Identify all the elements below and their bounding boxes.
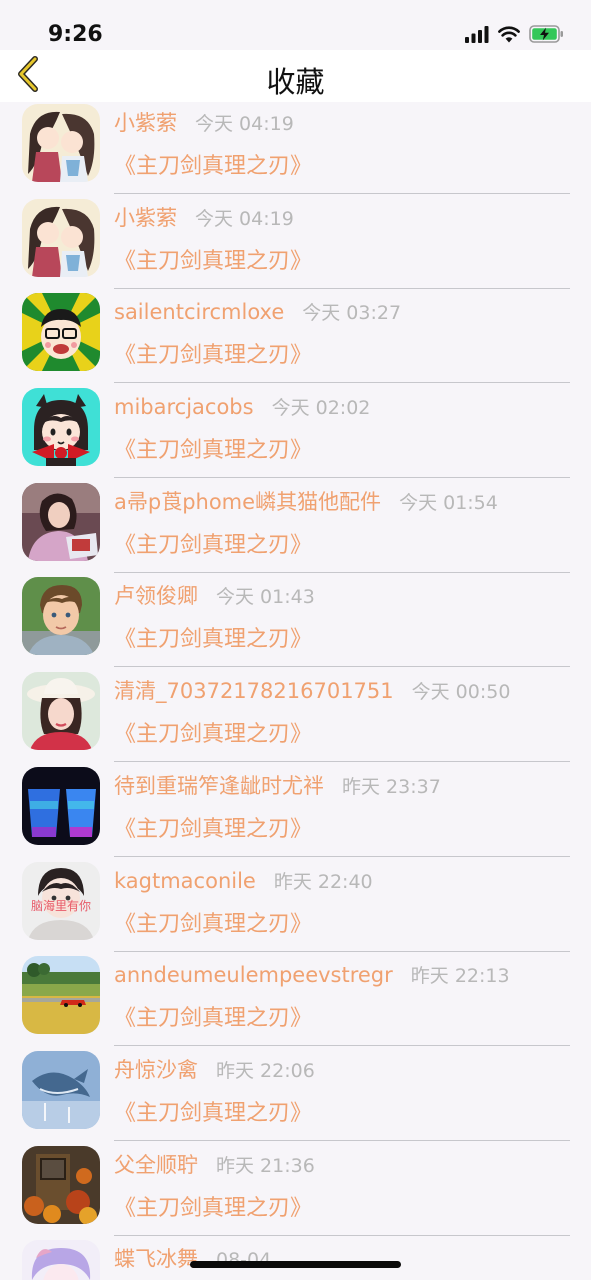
list-item[interactable]: 蝶飞冰舞08-04 bbox=[0, 1224, 591, 1280]
favorites-list[interactable]: 小紫萦 今天 04:19 《主刀剑真理之刃》 小紫萦 今天 04:19 《主刀剑… bbox=[0, 100, 591, 1280]
avatar-text: 脑海里有你 bbox=[31, 898, 91, 913]
item-username: 父全顺聍 bbox=[114, 1152, 198, 1177]
list-item[interactable]: 卢领俊卿 今天 01:43 《主刀剑真理之刃》 bbox=[0, 561, 591, 668]
item-username: sailentcircmloxe bbox=[114, 300, 285, 325]
list-item[interactable]: 脑海里有你 kagtmaconile 昨天 22:40 《主刀剑真理之刃》 bbox=[0, 846, 591, 952]
item-time: 昨天 22:13 bbox=[410, 965, 510, 988]
item-time: 昨天 21:36 bbox=[216, 1154, 315, 1177]
item-title: 《主刀剑真理之刃》 bbox=[114, 816, 313, 842]
list-item[interactable]: sailentcircmloxe 今天 03:27 《主刀剑真理之刃》 bbox=[0, 277, 591, 384]
item-time: 今天 00:50 bbox=[411, 681, 511, 704]
item-title: 《主刀剑真理之刃》 bbox=[114, 722, 313, 748]
avatar bbox=[22, 577, 100, 656]
avatar bbox=[22, 482, 100, 561]
avatar bbox=[22, 388, 100, 467]
page-title: 收藏 bbox=[266, 65, 325, 99]
list-item[interactable]: 小紫萦 今天 04:19 《主刀剑真理之刃》 bbox=[0, 100, 591, 194]
item-username: 小紫萦 bbox=[114, 111, 177, 135]
list-item[interactable]: 小紫萦 今天 04:19 《主刀剑真理之刃》 bbox=[0, 183, 591, 289]
list-item[interactable]: 清清_70372178216701751 今天 00:50 《主刀剑真理之刃》 bbox=[0, 656, 591, 763]
item-time: 昨天 23:37 bbox=[342, 775, 441, 798]
list-item[interactable]: 舟惊沙禽 昨天 22:06 《主刀剑真理之刃》 bbox=[0, 1035, 591, 1141]
item-username: anndeumeulempeevstregr bbox=[114, 963, 393, 988]
list-item[interactable]: 待到重瑞笮逢龇时尤袢 昨天 23:37 《主刀剑真理之刃》 bbox=[0, 751, 591, 857]
item-title: 《主刀剑真理之刃》 bbox=[114, 248, 313, 274]
list-item[interactable]: 父全顺聍 昨天 21:36 《主刀剑真理之刃》 bbox=[0, 1130, 591, 1236]
avatar bbox=[22, 766, 100, 845]
avatar bbox=[22, 293, 100, 372]
item-time: 今天 02:02 bbox=[271, 397, 371, 420]
avatar bbox=[22, 1240, 100, 1280]
avatar: 脑海里有你 bbox=[22, 861, 100, 940]
item-time: 今天 03:27 bbox=[302, 302, 402, 325]
avatar bbox=[22, 1145, 100, 1224]
item-username: a帚p莨phome嶙其猫他配件 bbox=[114, 489, 382, 514]
item-title: 《主刀剑真理之刃》 bbox=[114, 343, 313, 369]
item-time: 昨天 22:40 bbox=[273, 870, 373, 893]
status-time: 9:26 bbox=[48, 22, 103, 47]
nav-bar: 收藏 bbox=[0, 50, 591, 102]
avatar bbox=[22, 672, 100, 751]
list-item[interactable]: mibarcjacobs 今天 02:02 《主刀剑真理之刃》 bbox=[0, 372, 591, 479]
item-title: 《主刀剑真理之刃》 bbox=[114, 154, 313, 179]
item-username: 卢领俊卿 bbox=[114, 584, 198, 609]
item-title: 《主刀剑真理之刃》 bbox=[114, 1100, 313, 1126]
list-item[interactable]: anndeumeulempeevstregr 昨天 22:13 《主刀剑真理之刃》 bbox=[0, 940, 591, 1047]
list-item[interactable]: a帚p莨phome嶙其猫他配件 今天 01:54 《主刀剑真理之刃》 bbox=[0, 467, 591, 573]
item-time: 今天 04:19 bbox=[195, 113, 294, 135]
item-time: 今天 01:43 bbox=[216, 586, 315, 609]
item-title: 《主刀剑真理之刃》 bbox=[114, 532, 313, 558]
avatar bbox=[22, 1050, 100, 1129]
item-username: 待到重瑞笮逢龇时尤袢 bbox=[114, 773, 324, 798]
avatar bbox=[22, 956, 100, 1035]
avatar bbox=[22, 198, 100, 277]
signal-icon bbox=[465, 25, 489, 47]
battery-charging-icon bbox=[529, 25, 565, 47]
status-icons bbox=[465, 25, 565, 47]
home-indicator[interactable] bbox=[190, 1261, 401, 1268]
item-username: 小紫萦 bbox=[114, 205, 177, 230]
item-title: 《主刀剑真理之刃》 bbox=[114, 1006, 313, 1032]
item-username: 清清_70372178216701751 bbox=[114, 679, 394, 704]
status-bar: 9:26 bbox=[0, 0, 591, 50]
item-username: kagtmaconile bbox=[114, 868, 256, 893]
item-username: 蝶飞冰舞 bbox=[114, 1247, 198, 1272]
item-title: 《主刀剑真理之刃》 bbox=[114, 1195, 313, 1221]
item-time: 昨天 22:06 bbox=[216, 1059, 315, 1082]
item-username: mibarcjacobs bbox=[114, 395, 254, 420]
item-title: 《主刀剑真理之刃》 bbox=[114, 438, 313, 464]
item-username: 舟惊沙禽 bbox=[114, 1057, 198, 1082]
item-title: 《主刀剑真理之刃》 bbox=[114, 911, 313, 937]
wifi-icon bbox=[498, 25, 520, 47]
item-title: 《主刀剑真理之刃》 bbox=[114, 627, 313, 653]
avatar bbox=[22, 104, 100, 182]
item-time: 今天 01:54 bbox=[399, 491, 498, 514]
item-time: 今天 04:19 bbox=[195, 207, 294, 230]
